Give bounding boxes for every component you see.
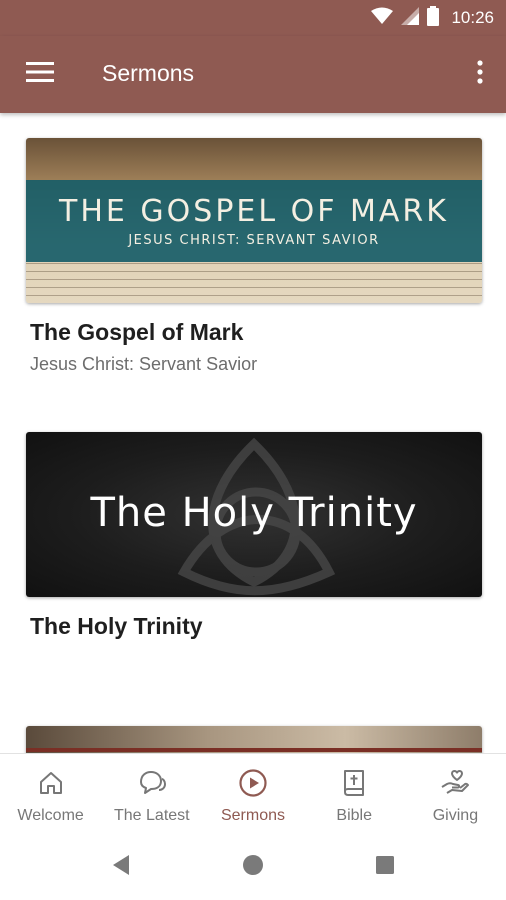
giving-hand-icon [440,768,470,798]
sermon-banner-image [26,726,482,753]
menu-button[interactable] [18,56,62,92]
sermon-title: The Holy Trinity [30,613,203,639]
banner-subtitle: JESUS CHRIST: SERVANT SAVIOR [128,233,380,248]
back-triangle-icon [111,854,131,881]
nav-item-welcome[interactable]: Welcome [0,754,101,835]
status-time: 10:26 [451,8,494,27]
banner-title: The Holy Trinity [90,490,418,536]
sermons-screen: 10:26 Sermons THE GOSPEL OF MARK JESUS C [0,0,506,900]
sermon-card-partial[interactable] [26,726,482,753]
recents-square-icon [375,855,395,880]
battery-icon [427,5,440,31]
chat-bubbles-icon [137,768,167,798]
nav-label: The Latest [114,807,190,824]
wifi-icon [371,7,394,30]
nav-label: Bible [336,807,372,824]
signal-icon [401,6,420,30]
status-bar: 10:26 [0,0,506,36]
page-title: Sermons [102,60,195,86]
overflow-menu-button[interactable] [466,56,494,92]
hamburger-menu-icon [26,61,54,87]
recents-button[interactable] [370,853,400,883]
play-circle-icon [238,768,268,798]
sermon-title: The Gospel of Mark [30,319,244,345]
nav-item-bible[interactable]: Bible [304,754,405,835]
bible-icon [339,768,369,798]
home-button[interactable] [238,853,268,883]
sermon-list: THE GOSPEL OF MARK JESUS CHRIST: SERVANT… [0,113,506,753]
sermon-banner-image: The Holy Trinity [26,432,482,597]
nav-label: Welcome [17,807,84,824]
banner-title-band: THE GOSPEL OF MARK JESUS CHRIST: SERVANT… [26,180,482,262]
banner-title: THE GOSPEL OF MARK [59,194,449,229]
home-circle-icon [242,854,264,881]
back-button[interactable] [106,853,136,883]
nav-label: Giving [432,807,479,824]
sermon-subtitle: Jesus Christ: Servant Savior [30,354,258,374]
sermon-banner-image: THE GOSPEL OF MARK JESUS CHRIST: SERVANT… [26,138,482,303]
system-navigation-bar [0,835,506,900]
nav-item-giving[interactable]: Giving [405,754,506,835]
nav-label: Sermons [220,807,286,824]
sermon-card-gospel-of-mark[interactable]: THE GOSPEL OF MARK JESUS CHRIST: SERVANT… [26,138,482,375]
nav-item-the-latest[interactable]: The Latest [101,754,202,835]
home-icon [36,768,66,798]
app-bar: Sermons [0,36,506,113]
bottom-navigation: Welcome The Latest Sermons Bible Giving [0,753,506,835]
more-vert-icon [477,59,483,89]
status-icons: 10:26 [371,0,494,36]
nav-item-sermons[interactable]: Sermons [202,754,303,835]
sermon-card-holy-trinity[interactable]: The Holy Trinity The Holy Trinity [26,432,482,640]
